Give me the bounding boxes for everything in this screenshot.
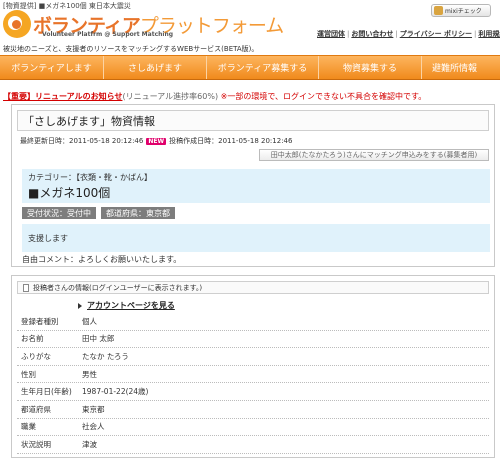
table-row: 生年月日(年齢) 1987-01-22(24歳) (17, 383, 489, 401)
account-page-link[interactable]: アカウントページを見る (78, 300, 175, 311)
link-organization[interactable]: 運営団体 (317, 30, 345, 38)
item-category: カテゴリー：【衣類・靴・かばん】 (28, 173, 152, 182)
row-label: ふりがな (21, 351, 51, 361)
item-info-panel: 「さしあげます」物資情報 最終更新日時： 2011-05-18 20:12:46 … (11, 104, 495, 267)
row-label: 都道府県 (21, 404, 51, 414)
logo-mark-icon (3, 10, 31, 38)
page-title: 「さしあげます」物資情報 (17, 110, 489, 131)
table-row: 状況説明 津波 (17, 436, 489, 454)
row-label: 状況説明 (21, 439, 51, 449)
table-row: 性別 男性 (17, 366, 489, 384)
item-summary-box: カテゴリー：【衣類・靴・かばん】 ■メガネ100個 (22, 169, 490, 203)
created-label: 投稿作成日時： (169, 137, 219, 145)
support-box: 支援します (22, 224, 490, 252)
nav-volunteer-recruit[interactable]: ボランティア募集する (207, 56, 319, 79)
new-badge: NEW (146, 137, 167, 145)
mixi-check-button[interactable]: mixiチェック (431, 4, 491, 17)
link-contact[interactable]: お問い合わせ (351, 30, 393, 38)
nav-items-recruit[interactable]: 物資募集する (319, 56, 422, 79)
row-value: 田中 太郎 (82, 334, 115, 344)
created-date: 2011-05-18 20:12:46 (218, 137, 293, 145)
login-issue-text: ※一部の環境で、ログインできない不具合を確認中です。 (220, 92, 427, 101)
status-badge: 受付状況：受付中 (22, 207, 96, 219)
nav-shelter-info[interactable]: 避難所情報 (422, 56, 500, 79)
row-value: 津波 (82, 439, 97, 449)
matching-request-button[interactable]: 田中太郎(たなかたろう)さんにマッチング申込みをする(募集者用) (259, 149, 489, 161)
row-value: 個人 (82, 316, 97, 326)
poster-info-title: 投稿者さんの情報(ログインユーザーに表示されます。) (33, 283, 203, 292)
row-value: 男性 (82, 369, 97, 379)
poster-info-panel: 投稿者さんの情報(ログインユーザーに表示されます。) アカウントページを見る 登… (11, 275, 495, 458)
row-value: 東京都 (82, 404, 105, 414)
renewal-progress: (リニューアル進捗率60%) (122, 92, 219, 101)
mixi-check-label: mixiチェック (445, 8, 482, 15)
updated-date: 2011-05-18 20:12:46 (69, 137, 144, 145)
nav-volunteer-offer[interactable]: ボランティアします (0, 56, 104, 79)
table-row: ふりがな たなか たろう (17, 348, 489, 366)
header-links: 運営団体|お問い合わせ|プライバシー ポリシー|利用規約 (317, 29, 500, 39)
renewal-notice: 【重要】リニューアルのお知らせ(リニューアル進捗率60%) ※一部の環境で、ログ… (3, 91, 426, 102)
item-name: ■メガネ100個 (28, 186, 111, 200)
free-comment: 自由コメント：よろしくお願いいたします。 (22, 255, 182, 264)
profile-table: 登録者種別 個人 お名前 田中 太郎 ふりがな たなか たろう 性別 男性 生年月日(年… (17, 313, 489, 454)
support-text: 支援します (28, 233, 68, 243)
row-value: たなか たろう (82, 351, 129, 361)
link-terms[interactable]: 利用規約 (478, 30, 500, 38)
row-label: 登録者種別 (21, 316, 59, 326)
post-dates: 最終更新日時： 2011-05-18 20:12:46 NEW 投稿作成日時： 20… (20, 136, 292, 146)
link-privacy-policy[interactable]: プライバシー ポリシー (400, 30, 472, 38)
logo-subtitle: Volunteer Platfrm @ Support Matching (42, 31, 174, 38)
row-value: 社会人 (82, 422, 105, 432)
table-row: お名前 田中 太郎 (17, 331, 489, 349)
table-row: 職業 社会人 (17, 419, 489, 437)
status-tags: 受付状況：受付中 都道府県：東京都 (22, 207, 175, 219)
account-page-label: アカウントページを見る (87, 301, 175, 310)
row-label: お名前 (21, 334, 44, 344)
renewal-notice-link[interactable]: 【重要】リニューアルのお知らせ (3, 92, 122, 101)
site-tagline: 被災地のニーズと、支援者のリソースをマッチングするWEBサービス(BETA版)。 (3, 45, 259, 53)
poster-info-heading: 投稿者さんの情報(ログインユーザーに表示されます。) (17, 281, 489, 294)
document-icon (23, 283, 29, 292)
row-label: 性別 (21, 369, 36, 379)
table-row: 登録者種別 個人 (17, 313, 489, 331)
prefecture-badge: 都道府県：東京都 (101, 207, 175, 219)
table-row: 都道府県 東京都 (17, 401, 489, 419)
row-label: 職業 (21, 422, 36, 432)
updated-label: 最終更新日時： (20, 137, 69, 145)
main-nav: ボランティアします さしあげます ボランティア募集する 物資募集する 避難所情報 (0, 55, 500, 80)
row-value: 1987-01-22(24歳) (82, 387, 149, 397)
nav-give-items[interactable]: さしあげます (104, 56, 207, 79)
triangle-right-icon (78, 302, 82, 309)
mixi-icon (434, 6, 443, 15)
row-label: 生年月日(年齢) (21, 387, 72, 397)
